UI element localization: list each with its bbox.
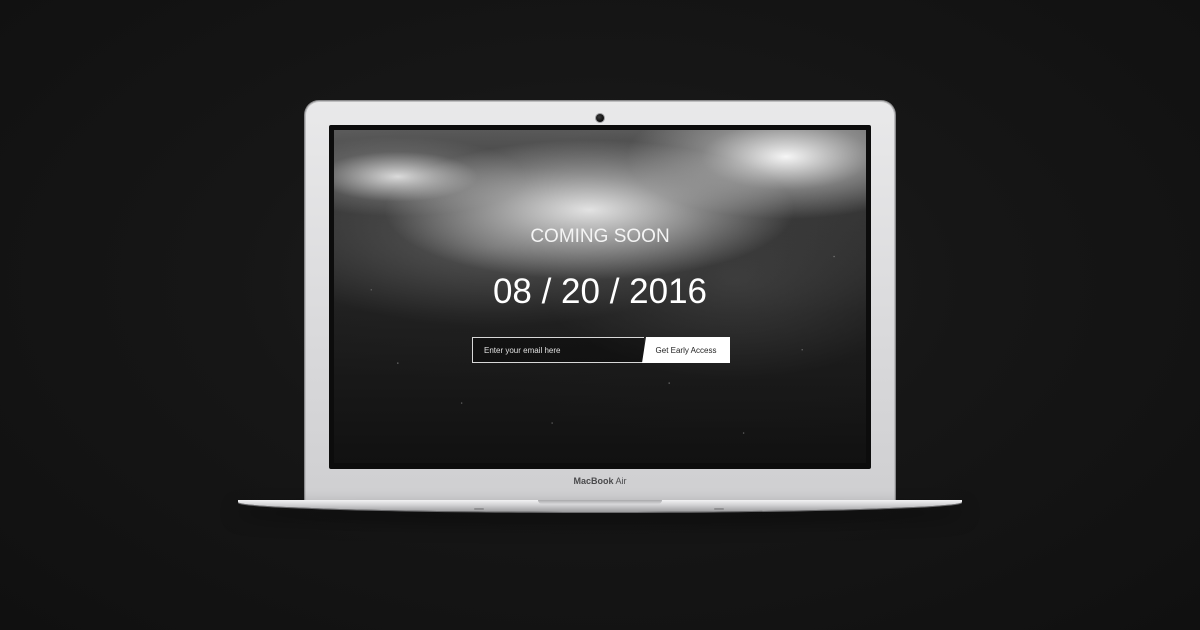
hinge-notch: [538, 500, 662, 504]
model-label: MacBook Air: [305, 476, 895, 486]
mockup-stage: COMING SOON 08 / 20 / 2016 Get Early Acc…: [0, 0, 1200, 630]
get-early-access-button[interactable]: Get Early Access: [642, 337, 730, 363]
launch-date: 08 / 20 / 2016: [492, 272, 708, 311]
model-brand: MacBook: [573, 476, 614, 486]
base-foot-right: [714, 508, 724, 510]
email-input[interactable]: [472, 337, 644, 363]
laptop-screen: COMING SOON 08 / 20 / 2016 Get Early Acc…: [334, 130, 866, 463]
signup-form: Get Early Access: [472, 337, 730, 363]
base-foot-left: [474, 508, 484, 510]
camera-icon: [596, 114, 604, 122]
model-suffix: Air: [613, 476, 627, 486]
coming-soon-heading: COMING SOON: [530, 226, 670, 247]
